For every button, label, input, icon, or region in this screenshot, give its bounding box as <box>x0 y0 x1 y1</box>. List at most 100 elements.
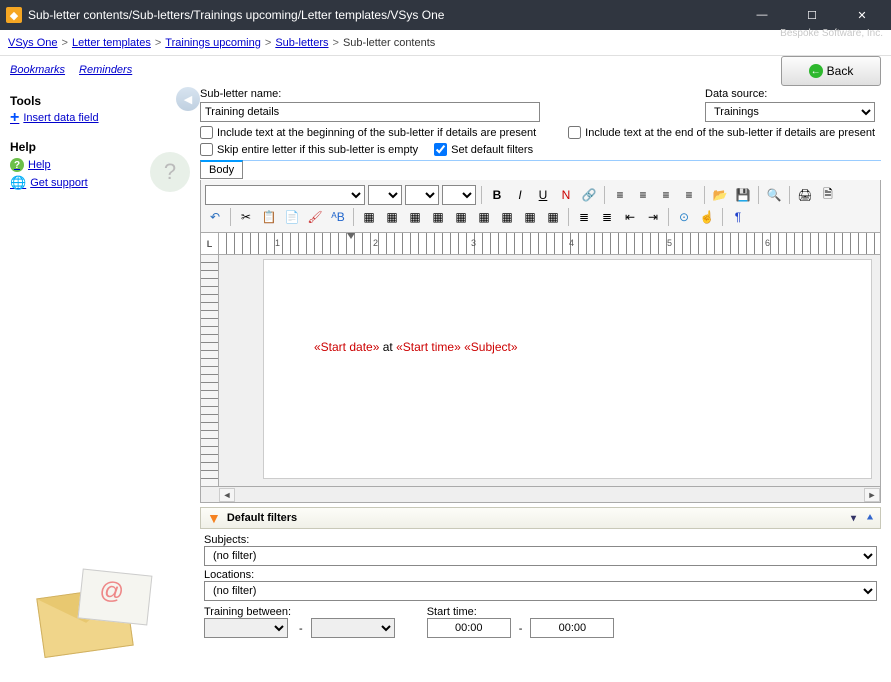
merge-field-start-date[interactable]: «Start date» <box>314 340 379 354</box>
format-paint-button[interactable]: 🖌 <box>305 207 325 227</box>
align-center-button[interactable]: ≡ <box>633 185 653 205</box>
size-select[interactable] <box>405 185 439 205</box>
training-to-input[interactable] <box>311 618 395 638</box>
replace-button[interactable]: ᴬB <box>328 207 348 227</box>
editor-canvas[interactable]: «Start date» at «Start time» «Subject» <box>219 255 880 486</box>
preview-button[interactable]: 🗎 <box>818 185 838 205</box>
datasource-select[interactable]: Trainings <box>705 102 875 122</box>
crumb-current: Sub-letter contents <box>343 37 435 49</box>
align-left-button[interactable]: ≡ <box>610 185 630 205</box>
editor-toolbar: B I U N 🔗 ≡ ≡ ≡ ≡ 📂 💾 🔍 🖨 🗎 ↶ <box>200 180 881 233</box>
back-button[interactable]: ← Back <box>781 56 881 86</box>
reminders-link[interactable]: Reminders <box>79 64 132 76</box>
insert-object-button[interactable]: ⊙ <box>674 207 694 227</box>
globe-icon: 🌐 <box>10 175 26 191</box>
numbering-button[interactable]: ≣ <box>597 207 617 227</box>
back-arrow-icon: ← <box>809 64 823 78</box>
subjects-select[interactable]: (no filter) <box>204 546 877 566</box>
dash-2: - <box>517 623 525 638</box>
ruler-indent-marker[interactable] <box>347 233 355 239</box>
insert-symbol-button[interactable]: ☝ <box>697 207 717 227</box>
table5-button[interactable]: ▦ <box>451 207 471 227</box>
back-label: Back <box>827 64 854 78</box>
table-button[interactable]: ▦ <box>359 207 379 227</box>
insert-data-field-link[interactable]: + Insert data field <box>10 112 190 124</box>
tab-body[interactable]: Body <box>200 160 243 179</box>
table6-button[interactable]: ▦ <box>474 207 494 227</box>
table8-button[interactable]: ▦ <box>520 207 540 227</box>
datasource-label: Data source: <box>705 88 875 100</box>
ruler-corner: L <box>201 233 219 254</box>
chk-skip-empty[interactable]: Skip entire letter if this sub-letter is… <box>200 143 418 156</box>
subjects-label: Subjects: <box>204 534 877 546</box>
scroll-left-arrow[interactable]: ◄ <box>219 488 235 502</box>
style-select[interactable] <box>368 185 402 205</box>
tab-strip: Body <box>200 160 881 180</box>
outdent-button[interactable]: ⇤ <box>620 207 640 227</box>
vertical-ruler[interactable] <box>201 255 219 486</box>
help-label: Help <box>28 159 51 171</box>
minimize-button[interactable]: — <box>747 5 777 25</box>
filters-header[interactable]: ▼ Default filters ▾ ⯅ <box>200 507 881 529</box>
horizontal-ruler[interactable]: L 1 2 3 4 5 6 <box>200 233 881 255</box>
crumb-vsys[interactable]: VSys One <box>8 37 58 49</box>
align-justify-button[interactable]: ≡ <box>679 185 699 205</box>
table3-button[interactable]: ▦ <box>405 207 425 227</box>
font-family-select[interactable] <box>205 185 365 205</box>
italic-button[interactable]: I <box>510 185 530 205</box>
start-time-to-input[interactable] <box>530 618 614 638</box>
horizontal-scrollbar[interactable]: ◄ ► <box>200 487 881 503</box>
table2-button[interactable]: ▦ <box>382 207 402 227</box>
subletter-name-input[interactable] <box>200 102 540 122</box>
find-button[interactable]: 🔍 <box>764 185 784 205</box>
watermark-help-icon: ? <box>150 152 190 192</box>
indent-button[interactable]: ⇥ <box>643 207 663 227</box>
breadcrumb: VSys One > Letter templates > Trainings … <box>0 30 891 56</box>
scroll-right-arrow[interactable]: ► <box>864 488 880 502</box>
misc-select[interactable] <box>442 185 476 205</box>
cut-button[interactable]: ✂ <box>236 207 256 227</box>
pilcrow-button[interactable]: ¶ <box>728 207 748 227</box>
sidebar: ◀ Tools + Insert data field Help ? Help … <box>0 30 200 682</box>
filters-collapse-icon[interactable]: ▾ <box>851 513 856 524</box>
undo-button[interactable]: ↶ <box>205 207 225 227</box>
document-page[interactable]: «Start date» at «Start time» «Subject» <box>263 259 872 479</box>
paste-button[interactable]: 📄 <box>282 207 302 227</box>
start-time-from-input[interactable] <box>427 618 511 638</box>
underline-button[interactable]: U <box>533 185 553 205</box>
subletter-name-label: Sub-letter name: <box>200 88 540 100</box>
chk-set-filters[interactable]: Set default filters <box>434 143 533 156</box>
merge-field-subject[interactable]: «Subject» <box>464 340 517 354</box>
align-right-button[interactable]: ≡ <box>656 185 676 205</box>
bold-button[interactable]: B <box>487 185 507 205</box>
crumb-templates[interactable]: Letter templates <box>72 37 151 49</box>
bookmarks-link[interactable]: Bookmarks <box>10 64 65 76</box>
chk-include-end[interactable]: Include text at the end of the sub-lette… <box>568 126 875 139</box>
save-button[interactable]: 💾 <box>733 185 753 205</box>
dash-1: - <box>297 623 305 638</box>
locations-select[interactable]: (no filter) <box>204 581 877 601</box>
window-titlebar: ◆ Sub-letter contents/Sub-letters/Traini… <box>0 0 891 30</box>
editor-area: «Start date» at «Start time» «Subject» <box>200 255 881 487</box>
close-button[interactable]: ✕ <box>847 5 877 25</box>
help-icon: ? <box>10 158 24 172</box>
crumb-trainings[interactable]: Trainings upcoming <box>165 37 261 49</box>
bullets-button[interactable]: ≣ <box>574 207 594 227</box>
insert-field-label: Insert data field <box>23 112 98 124</box>
print-button[interactable]: 🖨 <box>795 185 815 205</box>
color-button[interactable]: 🔗 <box>579 185 599 205</box>
maximize-button[interactable]: ☐ <box>797 5 827 25</box>
merge-field-start-time[interactable]: «Start time» <box>396 340 461 354</box>
table4-button[interactable]: ▦ <box>428 207 448 227</box>
crumb-subletters[interactable]: Sub-letters <box>275 37 328 49</box>
filters-expand-icon[interactable]: ⯅ <box>866 513 874 524</box>
strike-button[interactable]: N <box>556 185 576 205</box>
training-between-label: Training between: <box>204 606 291 618</box>
copy-button[interactable]: 📋 <box>259 207 279 227</box>
chk-include-begin[interactable]: Include text at the beginning of the sub… <box>200 126 536 139</box>
training-from-input[interactable] <box>204 618 288 638</box>
open-button[interactable]: 📂 <box>710 185 730 205</box>
nav-back-circle-icon[interactable]: ◀ <box>176 87 200 111</box>
table7-button[interactable]: ▦ <box>497 207 517 227</box>
table9-button[interactable]: ▦ <box>543 207 563 227</box>
